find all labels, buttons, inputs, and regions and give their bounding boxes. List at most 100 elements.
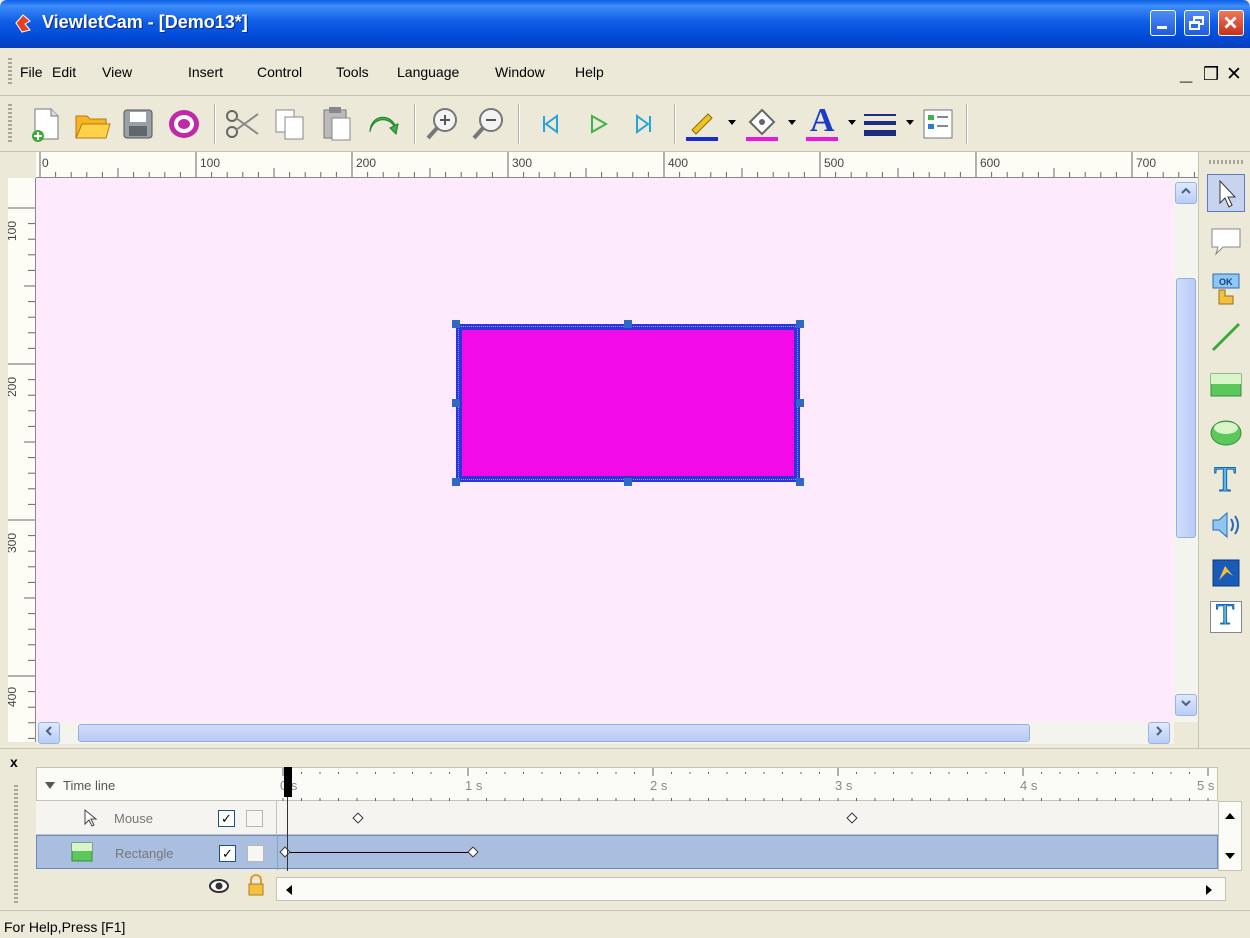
timeline-row-mouse[interactable]: Mouse ✓ [36,801,1218,835]
visible-checkbox[interactable]: ✓ [219,845,236,862]
keyframe-marker[interactable] [352,812,364,824]
scroll-up-button[interactable] [1175,182,1197,204]
scroll-left-button[interactable] [38,722,60,744]
visible-checkbox[interactable]: ✓ [218,810,235,827]
resize-handle[interactable] [452,478,460,486]
canvas-horizontal-scrollbar[interactable] [36,722,1174,744]
menu-tools[interactable]: Tools [336,64,369,80]
play-icon[interactable] [578,104,618,144]
timeline-row-rectangle[interactable]: Rectangle ✓ [36,835,1218,870]
line-color-icon[interactable] [682,104,722,144]
keyframe-end[interactable] [467,846,479,858]
lock-checkbox[interactable] [247,845,264,862]
rectangle-shape[interactable] [456,324,800,482]
resize-handle[interactable] [624,478,632,486]
eye-icon[interactable] [208,875,230,897]
font-color-icon[interactable]: A [802,102,842,144]
timeline-vertical-scrollbar[interactable] [1218,801,1242,871]
ruler-label: 100 [8,220,20,242]
time-marker: 3 s [835,778,853,793]
timeline-close-button[interactable]: x [10,755,24,769]
triangle-up-icon[interactable] [1224,810,1236,822]
triangle-down-icon[interactable] [1224,850,1236,862]
vertical-scroll-thumb[interactable] [1176,278,1196,538]
paste-icon[interactable] [316,104,356,144]
keyframe-marker[interactable] [846,812,858,824]
canvas-vertical-scrollbar[interactable] [1174,178,1198,722]
menu-control[interactable]: Control [257,64,302,80]
menu-window[interactable]: Window [495,64,545,80]
menu-file[interactable]: File [20,64,43,80]
resize-handle[interactable] [796,478,804,486]
triangle-right-icon[interactable] [1203,884,1215,896]
callout-icon[interactable] [1207,222,1245,260]
line-icon[interactable] [1207,318,1245,356]
fill-color-dropdown[interactable] [788,120,796,125]
minimize-button[interactable] [1150,10,1176,36]
line-style-icon[interactable] [860,104,900,144]
collapse-triangle-icon[interactable] [45,782,55,789]
time-marker: 4 s [1020,778,1038,793]
record-icon[interactable] [164,104,204,144]
palette-grip[interactable] [1209,160,1243,164]
chevron-down-icon [1181,700,1191,707]
lock-icon[interactable] [246,873,266,897]
doc-minimize-button[interactable]: _ [1180,60,1192,86]
ellipse-icon[interactable] [1207,414,1245,452]
resize-handle[interactable] [452,399,460,407]
pointer-icon[interactable] [1207,174,1245,212]
horizontal-scroll-thumb[interactable] [78,724,1030,742]
keyframe-start[interactable] [279,846,291,858]
toolbar-separator [414,104,416,144]
playhead-handle[interactable] [284,767,292,797]
open-icon[interactable] [72,104,112,144]
duration-bar[interactable] [285,852,473,853]
resize-handle[interactable] [452,320,460,328]
zoom-in-icon[interactable] [422,104,462,144]
maximize-button[interactable] [1184,10,1210,36]
zoom-out-icon[interactable] [468,104,508,144]
stage-canvas[interactable] [36,178,1174,722]
text-icon[interactable]: T [1207,459,1245,500]
font-color-dropdown[interactable] [848,120,856,125]
menu-grip[interactable] [8,58,12,86]
toolbar-grip[interactable] [8,104,12,144]
close-button[interactable] [1218,10,1244,36]
doc-restore-button[interactable]: ❒ [1203,64,1219,85]
button-icon[interactable]: OK [1207,270,1245,308]
last-frame-icon[interactable] [624,104,664,144]
new-icon[interactable] [26,104,66,144]
undo-icon[interactable] [362,104,402,144]
triangle-left-icon[interactable] [283,884,295,896]
copy-icon[interactable] [270,104,310,144]
menu-edit[interactable]: Edit [52,64,76,80]
sound-icon[interactable] [1207,506,1245,544]
menu-language[interactable]: Language [397,64,459,80]
menu-bar: File Edit View Insert Control Tools Lang… [0,48,1250,96]
save-icon[interactable] [118,104,158,144]
ruler-label: 200 [8,376,20,398]
menu-help[interactable]: Help [575,64,604,80]
lock-checkbox[interactable] [246,810,263,827]
resize-handle[interactable] [624,320,632,328]
line-color-dropdown[interactable] [728,120,736,125]
resize-handle[interactable] [796,320,804,328]
title-bar[interactable]: ViewletCam - [Demo13*] [0,0,1250,48]
properties-icon[interactable] [918,104,958,144]
line-style-dropdown[interactable] [906,120,914,125]
ruler-label: 0 [42,156,49,170]
menu-insert[interactable]: Insert [188,64,223,80]
fill-color-icon[interactable] [742,104,782,144]
doc-close-button[interactable]: ✕ [1226,63,1242,86]
scroll-down-button[interactable] [1175,694,1197,716]
text-input-icon[interactable]: T [1207,598,1245,636]
cut-icon[interactable] [222,104,262,144]
menu-view[interactable]: View [102,64,132,80]
first-frame-icon[interactable] [530,104,570,144]
image-icon[interactable] [1207,554,1245,592]
resize-handle[interactable] [796,399,804,407]
rectangle-icon[interactable] [1207,366,1245,404]
scroll-right-button[interactable] [1148,722,1170,744]
timeline-grip[interactable] [14,785,18,905]
timeline-horizontal-scrollbar[interactable] [276,877,1226,901]
